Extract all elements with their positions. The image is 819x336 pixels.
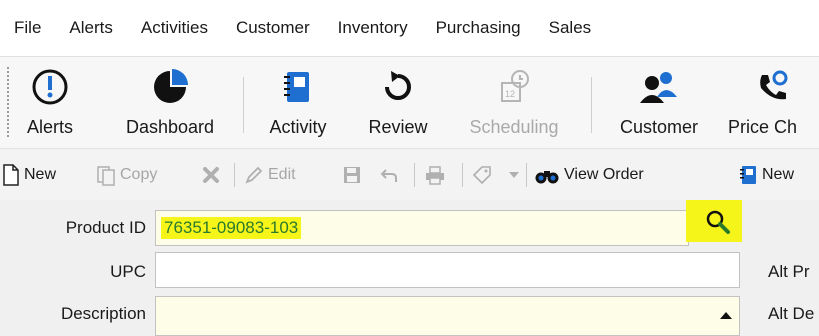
toolbar-grip[interactable] (7, 67, 9, 137)
toolbar-separator (462, 163, 463, 187)
description-field[interactable] (155, 296, 740, 336)
delete-icon (202, 166, 220, 184)
description-label: Description (60, 304, 146, 323)
copy-label: Copy (120, 166, 158, 183)
copy-icon (96, 164, 116, 186)
menu-file[interactable]: File (0, 18, 55, 38)
notebook-icon (738, 164, 758, 186)
menu-bar: File Alerts Activities Customer Inventor… (0, 0, 819, 56)
phone-icon (750, 65, 794, 109)
menu-sales[interactable]: Sales (535, 18, 606, 38)
edit-label: Edit (268, 166, 296, 183)
save-icon (342, 165, 362, 185)
new-activity-label: New (762, 166, 795, 183)
product-id-field[interactable]: 76351-09083-103 (155, 210, 689, 246)
search-icon (705, 209, 731, 240)
menu-inventory[interactable]: Inventory (324, 18, 422, 38)
upc-field[interactable] (155, 252, 740, 288)
save-button[interactable] (342, 149, 366, 201)
toolbar-separator (591, 77, 592, 133)
new-label: New (24, 166, 57, 183)
upc-label: UPC (110, 262, 146, 281)
review-button[interactable]: Review (356, 65, 440, 147)
scheduling-label: Scheduling (469, 117, 559, 137)
scheduling-button[interactable]: 12 Scheduling (454, 65, 574, 147)
review-label: Review (368, 117, 428, 137)
view-order-label: View Order (564, 166, 644, 183)
toolbar-separator (526, 163, 527, 187)
scroll-up-icon[interactable] (719, 305, 733, 325)
view-order-button[interactable]: View Order (534, 149, 644, 201)
chevron-down-icon (508, 170, 520, 180)
undo-button[interactable] (379, 149, 403, 201)
customer-button[interactable]: Customer (603, 65, 715, 147)
toolbar-separator (414, 163, 415, 187)
new-activity-button[interactable]: New (738, 149, 794, 201)
pie-chart-icon (148, 65, 192, 109)
main-toolbar: Alerts Dashboard Activity Review 12 Sche… (0, 56, 819, 149)
menu-purchasing[interactable]: Purchasing (422, 18, 535, 38)
toolbar-separator (243, 77, 244, 133)
undo-icon (379, 165, 399, 185)
price-check-label: Price Ch (728, 117, 798, 137)
new-button[interactable]: New (2, 149, 56, 201)
refresh-icon (376, 65, 420, 109)
copy-button[interactable]: Copy (96, 149, 157, 201)
users-icon (637, 65, 681, 109)
activity-label: Activity (269, 117, 327, 137)
menu-activities[interactable]: Activities (127, 18, 222, 38)
tag-dropdown-button[interactable] (508, 149, 524, 201)
toolbar-separator (234, 163, 235, 187)
product-id-label: Product ID (65, 218, 146, 237)
edit-button[interactable]: Edit (244, 149, 296, 201)
new-document-icon (2, 164, 20, 186)
record-toolbar: New Copy Edit View Order New (0, 148, 819, 201)
binoculars-icon (534, 165, 560, 185)
dashboard-label: Dashboard (125, 117, 215, 137)
product-id-value: 76351-09083-103 (161, 217, 302, 239)
calendar-clock-icon: 12 (492, 65, 536, 109)
alt-de-label: Alt De (768, 304, 815, 323)
product-form: Product ID 76351-09083-103 UPC Alt Pr De… (0, 200, 819, 336)
price-check-button[interactable]: Price Ch (728, 65, 819, 147)
svg-text:12: 12 (505, 89, 515, 99)
alt-pr-label: Alt Pr (768, 262, 810, 281)
delete-button[interactable] (202, 149, 224, 201)
alert-icon (28, 65, 72, 109)
print-button[interactable] (424, 149, 450, 201)
tag-icon (472, 165, 492, 185)
alerts-label: Alerts (26, 117, 73, 137)
pencil-icon (244, 165, 264, 185)
printer-icon (424, 165, 446, 185)
customer-label: Customer (619, 117, 699, 137)
menu-customer[interactable]: Customer (222, 18, 324, 38)
tag-button[interactable] (472, 149, 496, 201)
product-search-button[interactable] (700, 208, 736, 240)
notebook-icon (276, 65, 320, 109)
dashboard-button[interactable]: Dashboard (110, 65, 230, 147)
alerts-button[interactable]: Alerts (20, 65, 80, 147)
menu-alerts[interactable]: Alerts (55, 18, 126, 38)
activity-button[interactable]: Activity (256, 65, 340, 147)
